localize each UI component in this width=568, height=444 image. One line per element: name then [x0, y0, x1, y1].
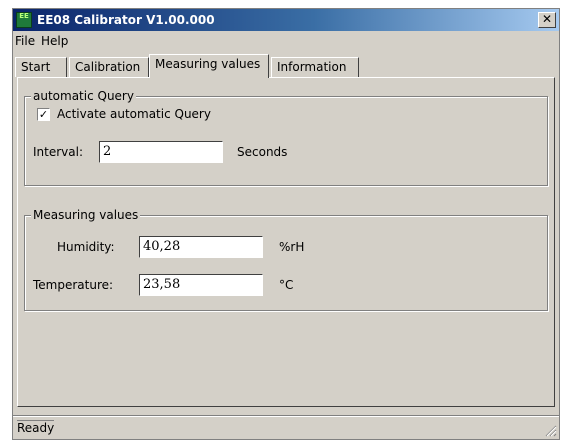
- resize-grip-icon[interactable]: [545, 425, 557, 437]
- status-text: Ready: [17, 420, 55, 435]
- humidity-field[interactable]: 40,28: [139, 236, 263, 258]
- close-button[interactable]: ✕: [538, 12, 556, 28]
- tab-start[interactable]: Start: [15, 57, 67, 77]
- tab-information[interactable]: Information: [271, 57, 359, 77]
- status-bar: Ready: [13, 415, 559, 439]
- interval-unit-label: Seconds: [237, 145, 288, 159]
- tab-measuring-values[interactable]: Measuring values: [149, 54, 269, 78]
- menu-help[interactable]: Help: [41, 34, 68, 48]
- temperature-label: Temperature:: [33, 278, 114, 292]
- humidity-label: Humidity:: [57, 240, 115, 254]
- activate-automatic-query-checkbox[interactable]: ✓: [37, 108, 50, 121]
- measuring-values-group: Measuring values Humidity: 40,28 %rH Tem…: [24, 208, 548, 311]
- interval-label: Interval:: [33, 145, 83, 159]
- temperature-field[interactable]: 23,58: [139, 274, 263, 296]
- tab-calibration[interactable]: Calibration: [69, 57, 149, 77]
- menu-file[interactable]: File: [15, 34, 35, 48]
- status-separator: [13, 415, 559, 416]
- app-icon: EE: [16, 12, 32, 28]
- automatic-query-group: automatic Query ✓ Activate automatic Que…: [24, 89, 548, 186]
- activate-automatic-query-label[interactable]: Activate automatic Query: [57, 107, 211, 121]
- menu-bar: File Help: [13, 31, 559, 51]
- humidity-unit-label: %rH: [279, 240, 305, 254]
- window-title: EE08 Calibrator V1.00.000: [37, 13, 215, 27]
- calibrator-window: EE EE08 Calibrator V1.00.000 ✕ File Help…: [12, 8, 560, 440]
- tab-strip: Start Calibration Measuring values Infor…: [13, 53, 559, 78]
- temperature-unit-label: °C: [279, 278, 294, 292]
- measuring-values-panel: automatic Query ✓ Activate automatic Que…: [17, 77, 555, 407]
- measuring-values-caption: Measuring values: [31, 208, 141, 222]
- title-bar[interactable]: EE EE08 Calibrator V1.00.000 ✕: [13, 9, 559, 31]
- interval-input[interactable]: 2: [99, 141, 223, 163]
- automatic-query-caption: automatic Query: [31, 89, 136, 103]
